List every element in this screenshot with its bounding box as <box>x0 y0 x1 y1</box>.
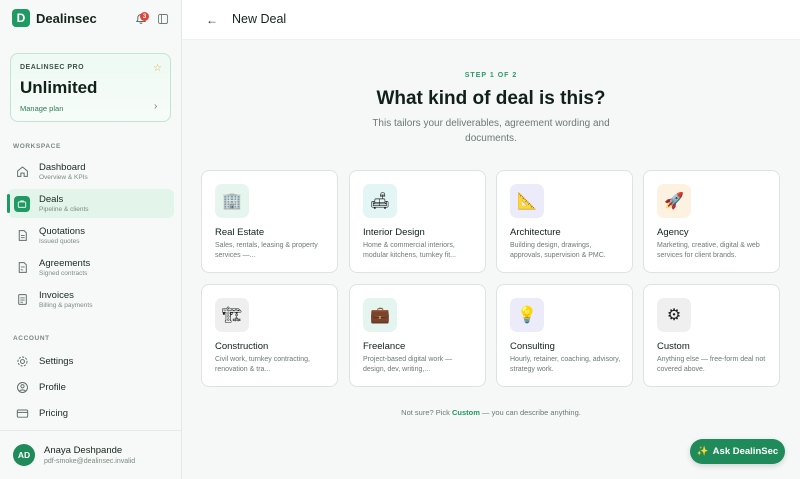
user-name: Anaya Deshpande <box>44 445 123 456</box>
rocket-icon: 🚀 <box>657 184 691 218</box>
deal-type-card-consulting[interactable]: 💡 Consulting Hourly, retainer, coaching,… <box>496 284 633 387</box>
step-indicator: STEP 1 OF 2 <box>464 72 518 79</box>
card-description: Civil work, turnkey contracting, renovat… <box>215 356 310 373</box>
crane-icon: 🏗 <box>215 298 249 332</box>
help-note: Not sure? Pick Custom — you can describe… <box>182 408 800 417</box>
user-icon <box>17 382 28 393</box>
sidebar-item-label: Dashboard <box>39 162 86 173</box>
sidebar-item-invoices[interactable]: Invoices Billing & payments <box>8 285 174 314</box>
sidebar-item-label: Agreements <box>39 258 91 269</box>
card-description: Building design, drawings, approvals, su… <box>510 242 606 259</box>
sidebar-item-agreements[interactable]: Agreements Signed contracts <box>8 253 174 282</box>
briefcase-icon <box>14 196 30 212</box>
card-description: Home & commercial interiors, modular kit… <box>363 242 456 259</box>
gear-icon: ⚙ <box>657 298 691 332</box>
briefcase-icon: 💼 <box>363 298 397 332</box>
brand-logo: D <box>12 9 30 27</box>
user-profile[interactable]: AD Anaya Deshpande pdf-smoke@dealinsec.i… <box>0 430 181 479</box>
notification-badge: 3 <box>140 12 149 21</box>
sofa-icon: 🛋 <box>363 184 397 218</box>
sidebar-item-sublabel: Signed contracts <box>39 270 88 277</box>
sidebar-item-label: Profile <box>39 382 66 393</box>
sidebar-collapse-icon[interactable] <box>158 14 168 24</box>
card-description: Project-based digital work — design, dev… <box>363 356 453 373</box>
sidebar-item-label: Deals <box>39 194 64 205</box>
card-description: Sales, rentals, leasing & property servi… <box>215 242 318 259</box>
lightbulb-icon: 💡 <box>510 298 544 332</box>
account-section-label: ACCOUNT <box>13 335 50 342</box>
card-title: Consulting <box>510 341 555 352</box>
home-icon <box>17 166 28 177</box>
card-title: Real Estate <box>215 227 265 238</box>
sidebar-item-sublabel: Pipeline & clients <box>39 206 89 213</box>
plan-label: DEALINSEC PRO <box>20 64 85 71</box>
gear-icon <box>17 356 28 367</box>
card-description: Marketing, creative, digital & web servi… <box>657 242 760 259</box>
sidebar-item-label: Invoices <box>39 290 74 301</box>
sparkle-icon: ✨ <box>696 446 709 457</box>
brand[interactable]: D Dealinsec <box>12 9 97 27</box>
card-title: Agency <box>657 227 689 238</box>
card-title: Interior Design <box>363 227 425 238</box>
wizard-subtext: This tailors your deliverables, agreemen… <box>372 118 610 144</box>
deal-type-card-real-estate[interactable]: 🏢 Real Estate Sales, rentals, leasing & … <box>201 170 338 273</box>
main-content: STEP 1 OF 2 What kind of deal is this? T… <box>182 40 800 479</box>
plan-card: DEALINSEC PRO ☆ Unlimited Manage plan › <box>10 53 171 122</box>
user-email: pdf-smoke@dealinsec.invalid <box>44 458 136 465</box>
sidebar-item-label: Pricing <box>39 408 69 419</box>
sidebar-item-sublabel: Overview & KPIs <box>39 174 88 181</box>
card-title: Construction <box>215 341 269 352</box>
deal-type-card-interior-design[interactable]: 🛋 Interior Design Home & commercial inte… <box>349 170 486 273</box>
invoice-icon <box>18 294 27 305</box>
manage-plan-link[interactable]: Manage plan <box>20 104 63 113</box>
top-bar: ← New Deal <box>182 0 800 40</box>
card-title: Custom <box>657 341 690 352</box>
document-icon <box>18 230 27 241</box>
sidebar-item-dashboard[interactable]: Dashboard Overview & KPIs <box>8 157 174 186</box>
deal-type-card-custom[interactable]: ⚙ Custom Anything else — free-form deal … <box>643 284 780 387</box>
card-icon <box>16 409 29 418</box>
triangle-ruler-icon: 📐 <box>510 184 544 218</box>
sidebar: D Dealinsec 3 DEALINSEC PRO ☆ Unlimited … <box>0 0 182 479</box>
sidebar-item-sublabel: Issued quotes <box>39 238 80 245</box>
back-arrow-icon[interactable]: ← <box>206 13 218 27</box>
active-indicator <box>7 194 10 213</box>
help-note-before: Not sure? Pick <box>401 408 453 417</box>
ask-assistant-label: Ask DealinSec <box>712 446 779 457</box>
page-title: New Deal <box>232 12 287 26</box>
wizard-heading: What kind of deal is this? <box>376 88 606 109</box>
sidebar-item-sublabel: Billing & payments <box>39 302 93 309</box>
sidebar-item-profile[interactable]: Profile <box>8 373 174 402</box>
avatar: AD <box>13 444 35 466</box>
help-note-after: — you can describe anything. <box>479 408 581 417</box>
deal-type-card-freelance[interactable]: 💼 Freelance Project-based digital work —… <box>349 284 486 387</box>
sidebar-item-settings[interactable]: Settings <box>8 347 174 376</box>
card-description: Anything else — free-form deal not cover… <box>657 356 766 373</box>
sidebar-item-quotations[interactable]: Quotations Issued quotes <box>8 221 174 250</box>
star-icon: ☆ <box>153 63 162 74</box>
brand-name: Dealinsec <box>36 10 97 26</box>
workspace-section-label: WORKSPACE <box>13 143 61 150</box>
sidebar-item-pricing[interactable]: Pricing <box>8 399 174 428</box>
building-icon: 🏢 <box>215 184 249 218</box>
card-title: Freelance <box>363 341 406 352</box>
card-title: Architecture <box>510 227 561 238</box>
chevron-right-icon[interactable]: › <box>154 101 157 112</box>
deal-type-card-agency[interactable]: 🚀 Agency Marketing, creative, digital & … <box>643 170 780 273</box>
sidebar-item-label: Settings <box>39 356 74 367</box>
plan-title: Unlimited <box>20 78 98 97</box>
contract-icon <box>18 262 27 273</box>
custom-link[interactable]: Custom <box>452 408 480 417</box>
sidebar-item-label: Quotations <box>39 226 85 237</box>
ask-assistant-button[interactable]: ✨ Ask DealinSec <box>690 439 785 464</box>
deal-type-card-construction[interactable]: 🏗 Construction Civil work, turnkey contr… <box>201 284 338 387</box>
card-description: Hourly, retainer, coaching, advisory, st… <box>510 356 621 373</box>
deal-type-card-architecture[interactable]: 📐 Architecture Building design, drawings… <box>496 170 633 273</box>
sidebar-item-deals[interactable]: Deals Pipeline & clients <box>7 189 174 218</box>
